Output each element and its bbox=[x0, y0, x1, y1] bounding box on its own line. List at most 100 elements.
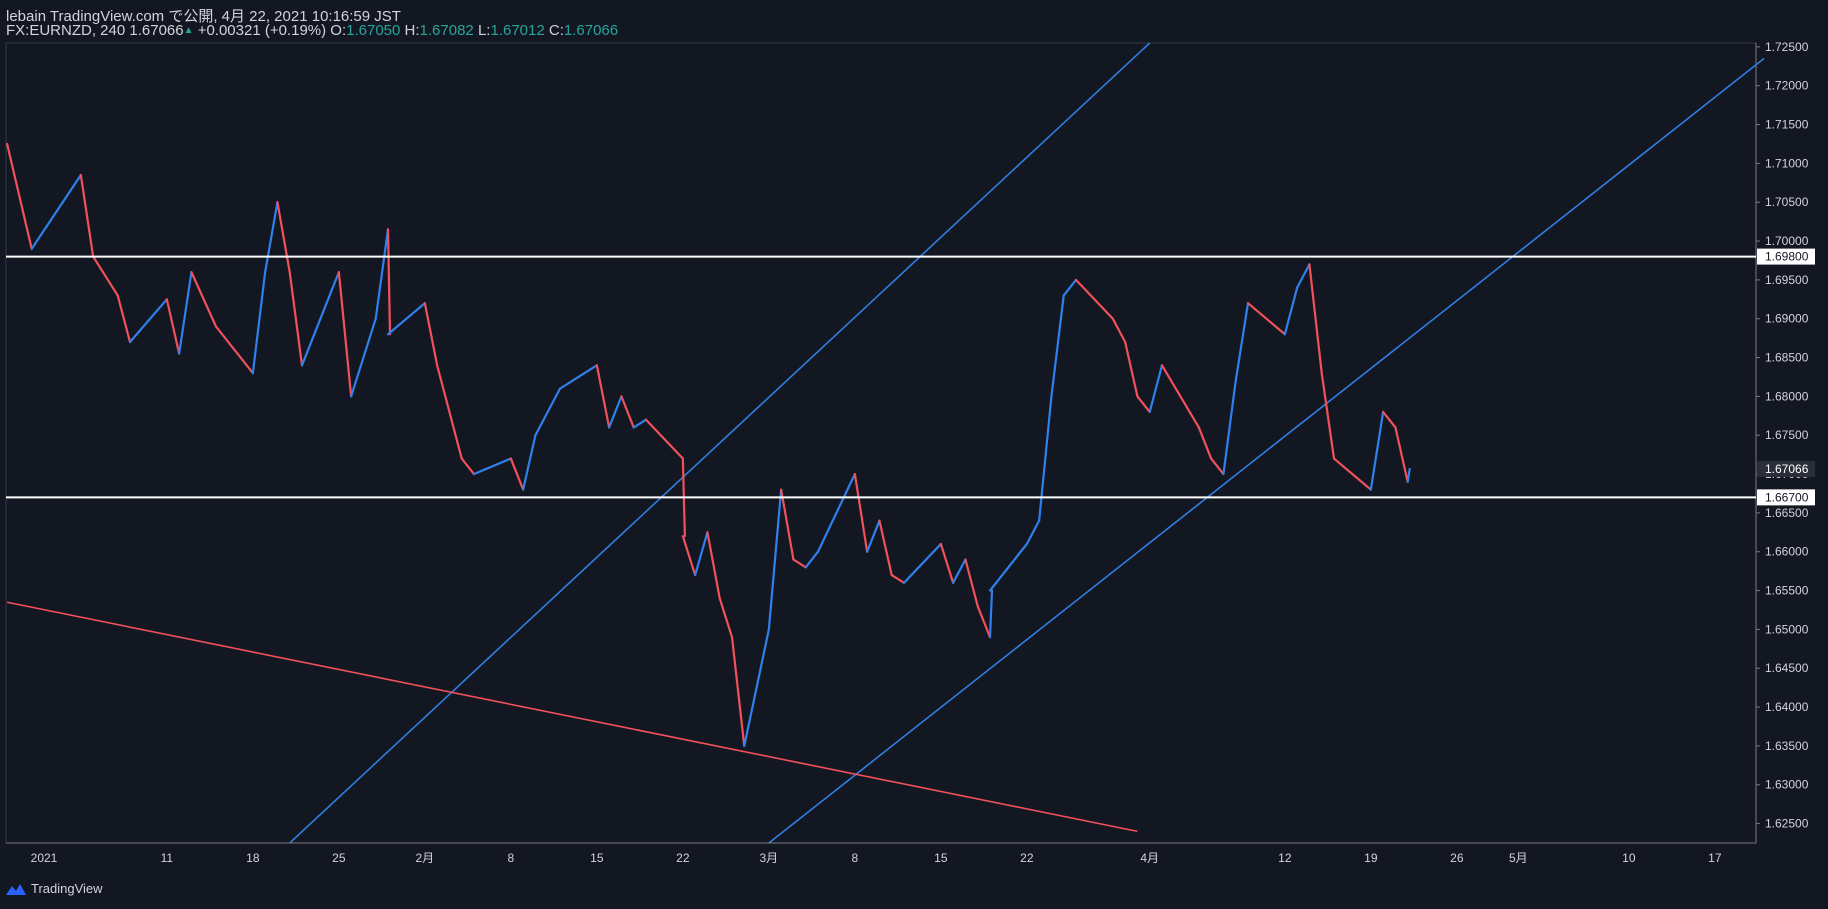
y-tick-label: 1.65000 bbox=[1765, 622, 1809, 636]
price-segment bbox=[1062, 278, 1078, 297]
price-segment bbox=[681, 535, 697, 577]
y-tick-label: 1.71000 bbox=[1765, 156, 1809, 170]
price-segment bbox=[1369, 410, 1385, 491]
price-segment bbox=[92, 255, 119, 297]
price-segment bbox=[79, 173, 95, 258]
price-series bbox=[6, 142, 1411, 748]
price-segment bbox=[952, 558, 967, 584]
price-segment bbox=[30, 173, 82, 250]
price-segment bbox=[448, 410, 463, 460]
x-tick-label: 8 bbox=[508, 851, 515, 865]
y-tick-label: 1.67500 bbox=[1765, 428, 1809, 442]
price-segment bbox=[1320, 371, 1336, 460]
price-segment bbox=[988, 542, 1028, 592]
price-segment bbox=[939, 542, 955, 584]
price-segment bbox=[866, 519, 881, 553]
price-segment bbox=[1160, 364, 1200, 429]
y-tick-label: 1.71500 bbox=[1765, 118, 1809, 132]
price-segment bbox=[620, 395, 635, 429]
brand-name: TradingView bbox=[31, 881, 103, 896]
price-segment bbox=[300, 271, 340, 367]
price-segment bbox=[1025, 519, 1041, 546]
price-segment bbox=[902, 542, 942, 584]
y-tick-label: 1.68000 bbox=[1765, 389, 1809, 403]
price-segment bbox=[337, 271, 353, 398]
price-segment bbox=[522, 434, 537, 491]
x-tick-label: 12 bbox=[1278, 851, 1292, 865]
price-segment bbox=[1197, 426, 1213, 460]
trend-line-blue bbox=[768, 57, 1765, 844]
y-tick-label: 1.69000 bbox=[1765, 312, 1809, 326]
tradingview-logo[interactable]: TradingView bbox=[5, 881, 103, 896]
price-segment bbox=[767, 488, 783, 631]
price-segment bbox=[1332, 457, 1372, 491]
y-tick-label: 1.66000 bbox=[1765, 545, 1809, 559]
price-segment bbox=[558, 364, 598, 390]
trend-lines bbox=[6, 42, 1765, 844]
price-segment bbox=[460, 457, 476, 476]
price-segment bbox=[792, 558, 807, 569]
tradingview-logo-icon bbox=[6, 883, 26, 895]
price-segment bbox=[706, 531, 721, 600]
price-segment bbox=[1124, 340, 1139, 398]
y-tick-label: 1.65500 bbox=[1765, 584, 1809, 598]
price-segment bbox=[251, 271, 267, 375]
price-axis[interactable]: 1.62500 1.63000 1.63500 1.64000 1.64500 1.650… bbox=[1756, 40, 1809, 831]
x-tick-label: 25 bbox=[332, 851, 346, 865]
price-label-text: 1.69800 bbox=[1765, 250, 1809, 264]
y-tick-label: 1.70500 bbox=[1765, 195, 1809, 209]
price-segment bbox=[1038, 395, 1053, 522]
y-tick-label: 1.72000 bbox=[1765, 79, 1809, 93]
price-segment bbox=[1246, 302, 1286, 336]
price-segment bbox=[1296, 263, 1311, 289]
x-tick-label: 17 bbox=[1708, 851, 1722, 865]
price-segment bbox=[264, 201, 279, 274]
price-segment bbox=[350, 317, 377, 398]
price-segment bbox=[1382, 410, 1397, 429]
price-chart[interactable]: 1.62500 1.63000 1.63500 1.64000 1.64500 1.650… bbox=[0, 0, 1828, 909]
price-segment bbox=[743, 628, 770, 748]
trend-line-red bbox=[6, 601, 1138, 833]
x-tick-label: 22 bbox=[1020, 851, 1034, 865]
x-tick-label: 4月 bbox=[1140, 851, 1159, 865]
x-tick-label: 10 bbox=[1622, 851, 1636, 865]
price-segment bbox=[1308, 263, 1323, 375]
price-segment bbox=[890, 573, 906, 584]
price-segment bbox=[276, 201, 291, 274]
price-segment bbox=[964, 558, 979, 608]
price-segment bbox=[816, 472, 856, 553]
price-segment bbox=[6, 142, 33, 250]
y-tick-label: 1.66500 bbox=[1765, 506, 1809, 520]
price-segment bbox=[608, 395, 623, 429]
price-segment bbox=[1283, 286, 1299, 336]
price-segment bbox=[165, 298, 181, 355]
x-tick-label: 2月 bbox=[416, 851, 435, 865]
price-segment bbox=[694, 531, 709, 577]
x-tick-label: 11 bbox=[161, 851, 174, 865]
price-segment bbox=[718, 597, 734, 639]
price-segment bbox=[730, 636, 746, 748]
y-tick-label: 1.68500 bbox=[1765, 351, 1809, 365]
x-tick-label: 2021 bbox=[31, 851, 58, 865]
price-segment bbox=[853, 472, 869, 553]
price-segment bbox=[644, 418, 684, 460]
price-segment bbox=[436, 364, 451, 414]
price-segment bbox=[472, 457, 512, 476]
y-tick-label: 1.64500 bbox=[1765, 661, 1809, 675]
price-segment bbox=[116, 294, 132, 344]
trend-line-blue bbox=[289, 42, 1151, 844]
price-segment bbox=[1111, 317, 1127, 344]
price-segment bbox=[1222, 379, 1237, 476]
price-segment bbox=[976, 605, 992, 639]
price-segment bbox=[288, 271, 304, 367]
y-tick-label: 1.63500 bbox=[1765, 739, 1809, 753]
price-segment bbox=[1234, 302, 1250, 382]
time-axis[interactable]: 2021 11 18 25 2月 8 15 22 3月 8 15 22 4月 12 19 26 5月 10 17 bbox=[6, 842, 1756, 865]
y-tick-label: 1.72500 bbox=[1765, 40, 1809, 54]
price-segment bbox=[534, 387, 562, 437]
plot-frame bbox=[5, 42, 1757, 844]
price-segment bbox=[178, 271, 193, 355]
y-tick-label: 1.63000 bbox=[1765, 778, 1809, 792]
x-tick-label: 19 bbox=[1364, 851, 1378, 865]
price-segment bbox=[1210, 457, 1225, 476]
